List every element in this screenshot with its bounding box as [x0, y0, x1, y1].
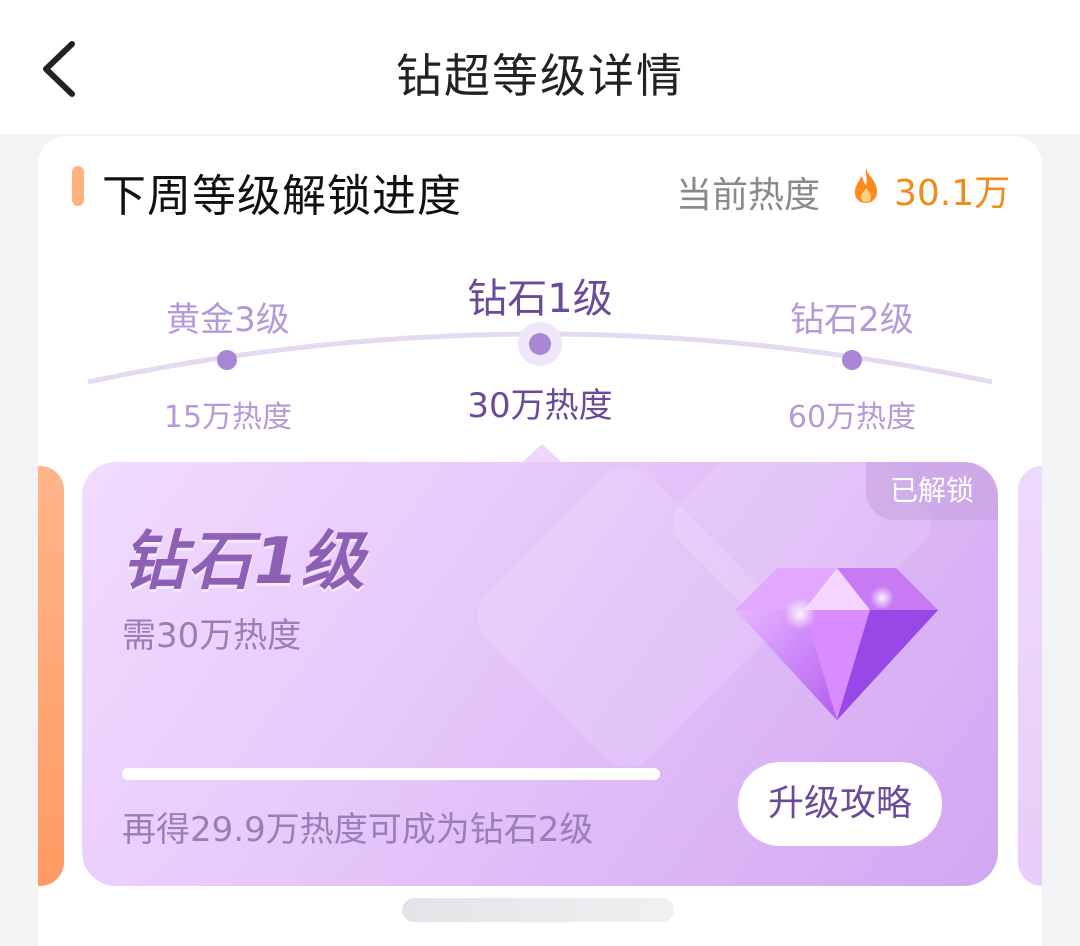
next-level-card-peek[interactable]	[1018, 466, 1042, 886]
upgrade-hint: 再得29.9万热度可成为钻石2级	[122, 810, 594, 850]
level-card-requirement: 需30万热度	[122, 616, 302, 656]
carousel-indicator	[402, 898, 674, 922]
diamond-gem-icon	[736, 568, 938, 720]
fire-icon	[854, 168, 878, 203]
level-name-3[interactable]: 钻石2级	[722, 292, 982, 341]
level-card-title: 钻石1级	[122, 525, 367, 599]
track-node-3	[842, 350, 862, 370]
unlocked-badge: 已解锁	[866, 462, 998, 520]
level-requirement-3: 60万热度	[787, 400, 917, 435]
track-node-2	[529, 333, 551, 355]
level-progress-card: 下周等级解锁进度 当前热度 30.1万 黄金3级 15万热度 钻石1级 30万热…	[38, 136, 1042, 946]
current-level-card: 已解锁 钻石1级 需30万热度 再得29.9万热度可成为钻石2级 升级攻略	[82, 462, 998, 886]
level-requirement-2: 30万热度	[467, 386, 613, 426]
upgrade-guide-button[interactable]: 升级攻略	[738, 762, 942, 846]
prev-level-card-peek[interactable]	[38, 466, 64, 886]
section-accent-bar	[72, 166, 84, 206]
top-bar: 钻超等级详情	[0, 0, 1080, 134]
level-name-1[interactable]: 黄金3级	[98, 292, 358, 341]
current-heat-label: 当前热度	[676, 175, 821, 216]
level-name-2[interactable]: 钻石1级	[410, 266, 670, 324]
page-title: 钻超等级详情	[396, 49, 684, 103]
current-heat-value: 30.1万	[894, 173, 1011, 214]
track-node-1	[217, 350, 237, 370]
section-title: 下周等级解锁进度	[102, 171, 462, 222]
level-progress-bar	[122, 768, 660, 780]
level-requirement-1: 15万热度	[163, 400, 293, 435]
